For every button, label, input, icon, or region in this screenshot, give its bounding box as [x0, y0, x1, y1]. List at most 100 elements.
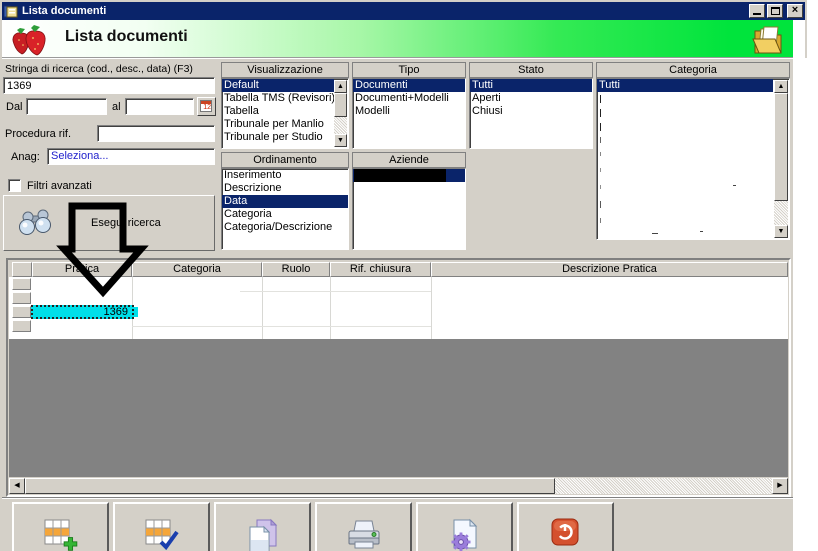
- close-button[interactable]: ×: [787, 4, 803, 18]
- redacted-row-artifact: [600, 218, 601, 223]
- column-header-descrizione-pratica[interactable]: Descrizione Pratica: [431, 262, 788, 277]
- visualizzazione-header: Visualizzazione: [221, 62, 349, 78]
- categoria-list: Tutti: [596, 78, 790, 240]
- list-item[interactable]: Chiusi: [470, 105, 592, 118]
- date-from-input[interactable]: [26, 98, 107, 115]
- scroll-up-icon[interactable]: ▲: [774, 80, 788, 93]
- redacted-row-artifact: [652, 233, 658, 234]
- anag-label: Anag:: [11, 151, 40, 163]
- esegui-ricerca-label: Esegui ricerca: [91, 217, 161, 229]
- redacted-row-artifact: [600, 95, 601, 103]
- date-to-input[interactable]: [125, 98, 194, 115]
- stato-list: Tutti Aperti Chiusi: [469, 78, 593, 149]
- h-scrollbar-thumb[interactable]: [25, 478, 555, 494]
- categoria-header: Categoria: [596, 62, 790, 78]
- esegui-ricerca-button[interactable]: Esegui ricerca: [3, 195, 215, 251]
- scrollbar-track[interactable]: [334, 117, 347, 134]
- list-item[interactable]: Modelli: [353, 105, 465, 118]
- column-header-ruolo[interactable]: Ruolo: [262, 262, 330, 277]
- tipo-header: Tipo: [352, 62, 466, 78]
- row-selector[interactable]: [12, 320, 31, 332]
- al-label: al: [112, 101, 121, 113]
- documents-icon: [249, 518, 277, 551]
- scroll-down-icon[interactable]: ▼: [774, 225, 788, 238]
- redacted-row-artifact: [733, 185, 736, 186]
- list-item[interactable]: Documenti: [353, 79, 465, 92]
- list-item[interactable]: Tabella TMS (Revisori): [222, 92, 334, 105]
- redacted-row-artifact: [600, 137, 601, 143]
- column-header-categoria[interactable]: Categoria: [132, 262, 262, 277]
- redacted-row-artifact: [600, 185, 601, 189]
- calendar-icon: 12: [200, 100, 212, 112]
- power-icon: [551, 518, 578, 546]
- scrollbar-track[interactable]: [774, 201, 788, 225]
- h-scrollbar-track[interactable]: [555, 478, 772, 494]
- procedura-input[interactable]: [97, 125, 215, 142]
- redacted-row-artifact: [600, 168, 601, 172]
- procedura-label: Procedura rif.: [5, 128, 72, 140]
- list-item[interactable]: Aperti: [470, 92, 592, 105]
- list-item[interactable]: Tabella: [222, 105, 334, 118]
- list-item[interactable]: Tribunale per Studio: [222, 131, 334, 144]
- document-gear-icon: [451, 518, 477, 551]
- window-title: Lista documenti: [22, 5, 107, 17]
- title-bar[interactable]: Lista documenti ×: [2, 2, 805, 20]
- list-item[interactable]: Tribunale per Manlio: [222, 118, 334, 131]
- add-row-button[interactable]: [12, 502, 109, 551]
- process-document-button[interactable]: [416, 502, 513, 551]
- list-item[interactable]: Categoria/Descrizione: [222, 221, 348, 234]
- maximize-icon: [771, 7, 780, 15]
- print-button[interactable]: [315, 502, 412, 551]
- selected-cell-pratica[interactable]: 1369: [31, 305, 134, 319]
- strawberries-icon: [12, 25, 46, 56]
- scroll-left-icon[interactable]: ◀: [9, 478, 25, 494]
- filtri-avanzati-checkbox[interactable]: [8, 179, 21, 192]
- aziende-header: Aziende: [352, 152, 466, 168]
- column-header-rif-chiusura[interactable]: Rif. chiusura: [330, 262, 431, 277]
- anag-select[interactable]: Seleziona...: [47, 148, 215, 165]
- redacted-row-artifact: [600, 152, 601, 156]
- column-header-pratica[interactable]: Pratica: [32, 262, 132, 277]
- dal-label: Dal: [6, 101, 23, 113]
- exit-button[interactable]: [517, 502, 614, 551]
- row-selector[interactable]: [12, 278, 31, 290]
- list-item[interactable]: Documenti+Modelli: [353, 92, 465, 105]
- close-icon: ×: [791, 4, 799, 16]
- row-selector-header[interactable]: [12, 262, 32, 277]
- page-title: Lista documenti: [65, 28, 188, 45]
- list-item[interactable]: Inserimento: [222, 169, 348, 182]
- tipo-list: Documenti Documenti+Modelli Modelli: [352, 78, 466, 149]
- minimize-icon: [753, 13, 761, 15]
- row-selector[interactable]: [12, 292, 31, 304]
- redacted-row-artifact: [600, 201, 601, 208]
- ordinamento-header: Ordinamento: [221, 152, 349, 168]
- redacted-row-artifact: [700, 231, 703, 232]
- grid-empty-area: [9, 339, 788, 477]
- minimize-button[interactable]: [749, 4, 765, 18]
- redaction-bar: [354, 169, 446, 182]
- row-selector[interactable]: [12, 306, 31, 318]
- printer-icon: [348, 520, 379, 549]
- visualizzazione-list: Default Tabella TMS (Revisori) Tabella T…: [221, 78, 349, 149]
- list-item[interactable]: Tutti: [470, 79, 592, 92]
- maximize-button[interactable]: [767, 4, 783, 18]
- scroll-right-icon[interactable]: ▶: [772, 478, 788, 494]
- open-folder-icon[interactable]: [751, 23, 787, 56]
- app-icon: [4, 5, 18, 18]
- ordinamento-list: Inserimento Descrizione Data Categoria C…: [221, 168, 349, 250]
- list-item[interactable]: Default: [222, 79, 334, 92]
- scroll-down-icon[interactable]: ▼: [334, 134, 347, 147]
- scroll-up-icon[interactable]: ▲: [334, 80, 347, 93]
- scrollbar-thumb[interactable]: [774, 93, 788, 201]
- list-item[interactable]: Data: [222, 195, 348, 208]
- scrollbar-thumb[interactable]: [334, 93, 347, 117]
- calendar-button[interactable]: 12: [197, 97, 216, 116]
- list-item[interactable]: Tutti: [597, 79, 773, 92]
- binoculars-icon: [19, 209, 51, 235]
- confirm-selection-button[interactable]: [113, 502, 210, 551]
- list-item[interactable]: Categoria: [222, 208, 348, 221]
- copy-document-button[interactable]: [214, 502, 311, 551]
- search-input[interactable]: [3, 77, 215, 94]
- redacted-row-artifact: [600, 123, 601, 131]
- list-item[interactable]: Descrizione: [222, 182, 348, 195]
